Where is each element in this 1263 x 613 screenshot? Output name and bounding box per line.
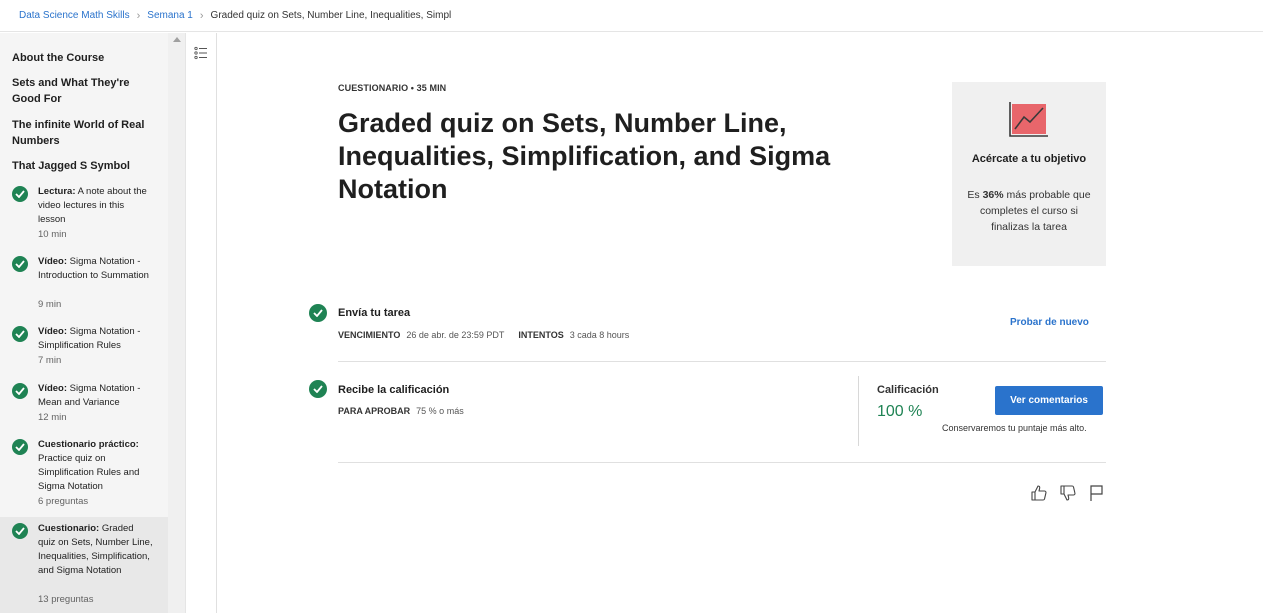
sidebar-item-meta: 7 min (38, 355, 62, 366)
item-type-label: CUESTIONARIO • 35 MIN (338, 83, 447, 93)
check-circle-icon (12, 439, 28, 455)
goal-title: Acércate a tu objetivo (971, 153, 1087, 165)
check-circle-icon (309, 380, 327, 398)
sidebar-section-jagged-s[interactable]: That Jagged S Symbol (12, 158, 157, 174)
divider (338, 361, 1106, 362)
goal-description: Es 36% más probable que completes el cur… (967, 189, 1091, 233)
sidebar-section-about[interactable]: About the Course (12, 50, 157, 66)
sidebar-item-meta: 13 preguntas (38, 594, 94, 605)
check-circle-icon (12, 186, 28, 202)
grade-value: 100 % (877, 403, 923, 420)
pass-value: 75 % o más (416, 406, 464, 416)
breadcrumb-course-link[interactable]: Data Science Math Skills (19, 10, 130, 21)
due-value: 26 de abr. de 23:59 PDT (406, 330, 505, 340)
retry-button[interactable]: Probar de nuevo (1010, 317, 1089, 328)
sidebar-item-meta: 6 preguntas (38, 496, 89, 507)
check-circle-icon (12, 326, 28, 342)
chevron-right-icon: › (199, 9, 204, 22)
submit-step-title: Envía tu tarea (338, 307, 411, 319)
grade-step-title: Recibe la calificación (338, 384, 450, 396)
check-circle-icon (12, 383, 28, 399)
sidebar-item-label: Cuestionario práctico: Practice quiz on … (38, 439, 140, 492)
check-circle-icon (309, 304, 327, 322)
attempts-label: INTENTOS (518, 330, 564, 340)
breadcrumb-current: Graded quiz on Sets, Number Line, Inequa… (210, 10, 452, 21)
sidebar-item-practice-quiz[interactable]: Cuestionario práctico: Practice quiz on … (0, 436, 168, 512)
sidebar-item-lectura[interactable]: Lectura: A note about the video lectures… (0, 183, 168, 245)
sidebar-item-meta: 9 min (38, 299, 62, 310)
toc-toggle-button[interactable] (189, 41, 213, 65)
sidebar-item-meta: 10 min (38, 229, 67, 240)
submit-meta: VENCIMIENTO 26 de abr. de 23:59 PDT INTE… (338, 330, 629, 340)
sidebar-scrollbar[interactable] (168, 33, 186, 613)
breadcrumb-week-link[interactable]: Semana 1 (147, 10, 193, 21)
list-icon (194, 46, 207, 60)
pass-label: PARA APROBAR (338, 406, 411, 416)
scroll-up-icon[interactable] (173, 37, 181, 42)
grade-label: Calificación (877, 384, 939, 396)
flag-icon[interactable] (1088, 484, 1106, 502)
check-circle-icon (12, 256, 28, 272)
divider (338, 462, 1106, 463)
sidebar-item-label: Vídeo: Sigma Notation - Simplification R… (38, 326, 141, 351)
sidebar-item-label: Lectura: A note about the video lectures… (38, 186, 147, 225)
sidebar-item-label: Vídeo: Sigma Notation - Introduction to … (38, 256, 149, 281)
attempts-value: 3 cada 8 hours (569, 330, 630, 340)
view-feedback-button[interactable]: Ver comentarios (995, 386, 1103, 415)
sidebar-section-real-numbers[interactable]: The infinite World of Real Numbers (12, 117, 157, 149)
sidebar-item-video-simplification[interactable]: Vídeo: Sigma Notation - Simplification R… (0, 323, 168, 371)
sidebar-item-label: Vídeo: Sigma Notation - Mean and Varianc… (38, 383, 141, 408)
check-circle-icon (12, 523, 28, 539)
highest-score-note: Conservaremos tu puntaje más alto. (942, 423, 1087, 433)
sidebar-item-video-mean[interactable]: Vídeo: Sigma Notation - Mean and Varianc… (0, 380, 168, 428)
thumbs-up-icon[interactable] (1030, 484, 1048, 502)
chart-trend-icon (1009, 102, 1048, 137)
sidebar-item-meta: 12 min (38, 412, 67, 423)
sidebar-section-sets[interactable]: Sets and What They're Good For (12, 75, 157, 107)
due-label: VENCIMIENTO (338, 330, 401, 340)
thumbs-down-icon[interactable] (1059, 484, 1077, 502)
grade-meta: PARA APROBAR 75 % o más (338, 406, 464, 416)
chevron-right-icon: › (136, 9, 141, 22)
goal-card: Acércate a tu objetivo Es 36% más probab… (952, 82, 1106, 266)
sidebar-item-label: Cuestionario: Graded quiz on Sets, Numbe… (38, 523, 153, 576)
course-sidebar: About the Course Sets and What They're G… (0, 33, 168, 613)
breadcrumb: Data Science Math Skills › Semana 1 › Gr… (0, 0, 1263, 32)
vertical-divider (858, 376, 859, 446)
toc-column (186, 33, 217, 613)
sidebar-item-video-intro[interactable]: Vídeo: Sigma Notation - Introduction to … (0, 253, 168, 315)
sidebar-item-graded-quiz[interactable]: Cuestionario: Graded quiz on Sets, Numbe… (0, 517, 168, 613)
page-title: Graded quiz on Sets, Number Line, Inequa… (338, 108, 831, 204)
